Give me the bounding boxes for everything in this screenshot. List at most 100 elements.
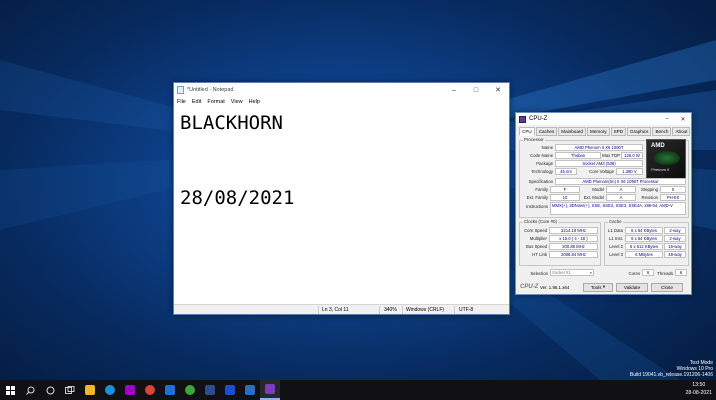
clock-time: 13:50 bbox=[692, 382, 706, 388]
level3-label: Level 3 bbox=[609, 252, 623, 257]
cortana-icon[interactable] bbox=[40, 380, 60, 400]
technology-label: Technology bbox=[531, 169, 553, 174]
cpuz-brand: CPU-Z bbox=[520, 284, 539, 290]
selection-label: Selection bbox=[530, 271, 548, 276]
htlink-value: 2008.84 MHz bbox=[549, 251, 598, 258]
codename-label: Code Name bbox=[530, 153, 553, 158]
maximize-icon[interactable]: □ bbox=[465, 83, 487, 97]
task-view-icon[interactable] bbox=[60, 380, 80, 400]
notepad-title: *Untitled - Notepad bbox=[187, 87, 234, 93]
tab-bench[interactable]: Bench bbox=[652, 127, 672, 136]
cpuz-version: Ver. 1.96.1.x64 bbox=[540, 284, 570, 290]
benchmark-b-icon[interactable] bbox=[220, 380, 240, 400]
corespeed-value: 3214.19 MHz bbox=[549, 227, 598, 234]
cpuz-titlebar[interactable]: CPU-Z – ✕ bbox=[516, 113, 691, 125]
revision-label: Revision bbox=[641, 195, 658, 200]
stepping-value: 0 bbox=[660, 186, 686, 193]
tab-spd[interactable]: SPD bbox=[610, 127, 627, 136]
close-button[interactable]: Close bbox=[651, 282, 683, 292]
test-mode-watermark: Test Mode Windows 10 Pro Build 19041.vb_… bbox=[630, 360, 713, 378]
media-app-icon[interactable] bbox=[120, 380, 140, 400]
level2-label: Level 2 bbox=[609, 244, 623, 249]
notepad-menubar: File Edit Format View Help bbox=[174, 97, 509, 107]
cpuz-title: CPU-Z bbox=[529, 116, 548, 122]
model-label: Model bbox=[592, 187, 604, 192]
stepping-label: Stepping bbox=[641, 187, 658, 192]
tab-caches[interactable]: Caches bbox=[535, 127, 558, 136]
family-label: Family bbox=[535, 187, 548, 192]
menu-help[interactable]: Help bbox=[249, 99, 260, 105]
multiplier-value: x 16.0 ( 4 - 18 ) bbox=[549, 235, 598, 242]
cpuz-taskbar-icon[interactable] bbox=[260, 380, 280, 400]
multiplier-label: Multiplier bbox=[529, 236, 547, 241]
l1data-way: 2-way bbox=[664, 227, 686, 234]
edge-icon[interactable] bbox=[100, 380, 120, 400]
search-icon[interactable] bbox=[20, 380, 40, 400]
benchmark-b2-icon[interactable] bbox=[240, 380, 260, 400]
level2-value: 6 x 512 KBytes bbox=[625, 243, 663, 250]
tab-mainboard[interactable]: Mainboard bbox=[558, 127, 586, 136]
clock-date: 28-08-2021 bbox=[685, 390, 712, 396]
file-explorer-icon[interactable] bbox=[80, 380, 100, 400]
chevron-down-icon: ▾ bbox=[589, 270, 592, 275]
l1inst-label: L1 Inst. bbox=[608, 236, 623, 241]
selection-dropdown[interactable]: Socket #1 ▾ bbox=[550, 269, 594, 276]
tab-graphics[interactable]: Graphics bbox=[627, 127, 652, 136]
tab-memory[interactable]: Memory bbox=[587, 127, 610, 136]
maxtdp-value: 126.0 W bbox=[621, 152, 643, 159]
close-icon[interactable]: ✕ bbox=[487, 83, 509, 97]
extfamily-value: 10 bbox=[550, 194, 580, 201]
extmodel-value: A bbox=[606, 194, 636, 201]
tab-cpu[interactable]: CPU bbox=[519, 127, 535, 136]
chevron-down-icon: ▾ bbox=[602, 284, 606, 289]
extmodel-label: Ext. Model bbox=[583, 195, 604, 200]
notepad-icon bbox=[177, 86, 184, 94]
windows-start-icon[interactable] bbox=[0, 380, 20, 400]
status-line-ending: Windows (CRLF) bbox=[406, 307, 445, 313]
notepad-window: *Untitled - Notepad – □ ✕ File Edit Form… bbox=[173, 82, 510, 315]
busspeed-label: Bus Speed bbox=[525, 244, 547, 249]
menu-view[interactable]: View bbox=[231, 99, 243, 105]
app-icon[interactable] bbox=[180, 380, 200, 400]
close-icon[interactable]: ✕ bbox=[675, 113, 691, 125]
revision-value: PH-E0 bbox=[660, 194, 686, 201]
level2-way: 16-way bbox=[664, 243, 686, 250]
menu-format[interactable]: Format bbox=[207, 99, 224, 105]
system-clock[interactable]: 13:50 28-08-2021 bbox=[685, 381, 712, 397]
l1inst-value: 6 x 64 KBytes bbox=[625, 235, 663, 242]
package-label: Package bbox=[536, 161, 553, 166]
validate-button[interactable]: Validate bbox=[616, 282, 648, 292]
threads-value: 6 bbox=[675, 269, 687, 276]
minimize-icon[interactable]: – bbox=[659, 113, 675, 125]
phenom-logo-text: Phenom II bbox=[651, 167, 670, 172]
amd-phenom-logo: AMD Phenom II bbox=[646, 139, 686, 179]
spec-label: Specification bbox=[528, 179, 553, 184]
notepad-titlebar[interactable]: *Untitled - Notepad – □ ✕ bbox=[174, 83, 509, 97]
instructions-value: MMX(+), 3DNow!(+), SSE, SSE2, SSE3, SSE4… bbox=[550, 202, 686, 215]
minimize-icon[interactable]: – bbox=[443, 83, 465, 97]
busspeed-value: 200.88 MHz bbox=[549, 243, 598, 250]
tools-label: Tools bbox=[590, 284, 602, 290]
status-position: Ln 3, Col 11 bbox=[322, 307, 349, 313]
phenom-swirl-icon bbox=[654, 151, 680, 165]
spec-value: AMD Phenom(tm) II X6 1090T Processor bbox=[555, 178, 686, 185]
status-encoding: UTF-8 bbox=[459, 307, 474, 313]
level3-value: 6 MBytes bbox=[625, 251, 663, 258]
selection-value: Socket #1 bbox=[552, 270, 571, 275]
tab-about[interactable]: About bbox=[672, 127, 691, 136]
folder-app-icon[interactable] bbox=[200, 380, 220, 400]
model-value: A bbox=[606, 186, 636, 193]
menu-edit[interactable]: Edit bbox=[192, 99, 201, 105]
menu-file[interactable]: File bbox=[177, 99, 186, 105]
tools-button[interactable]: Tools ▾ bbox=[583, 282, 613, 292]
store-icon[interactable] bbox=[160, 380, 180, 400]
family-value: F bbox=[550, 186, 580, 193]
watermark-line3: Build 19041.vb_release.191206-1406 bbox=[629, 372, 713, 378]
threads-label: Threads bbox=[657, 271, 673, 276]
notepad-statusbar: Ln 3, Col 11 340% Windows (CRLF) UTF-8 bbox=[174, 304, 509, 314]
notepad-text-area[interactable]: BLACKHORN 28/08/2021 bbox=[174, 107, 509, 304]
chrome-icon[interactable] bbox=[140, 380, 160, 400]
taskbar bbox=[0, 380, 716, 400]
maxtdp-label: Max TDP bbox=[602, 153, 620, 158]
status-zoom: 340% bbox=[384, 307, 397, 313]
